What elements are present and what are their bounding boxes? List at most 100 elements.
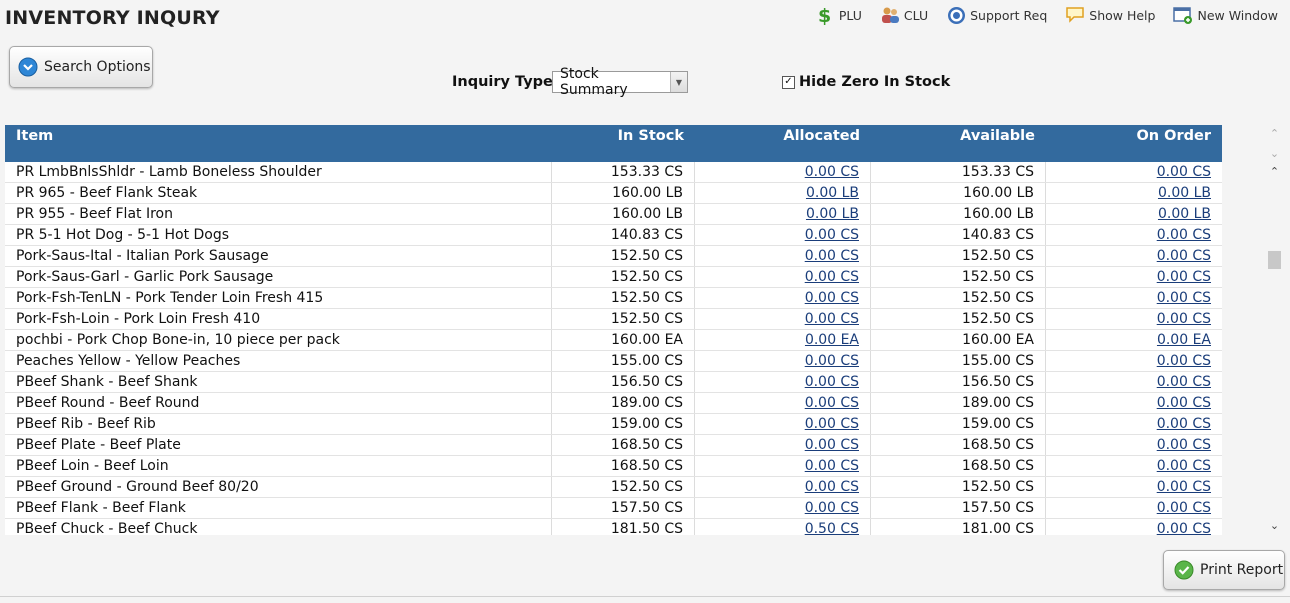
support-link[interactable]: Support Req	[946, 5, 1047, 25]
on-order-link[interactable]: 0.00 CS	[1157, 164, 1211, 180]
allocated-link[interactable]: 0.00 CS	[805, 458, 859, 474]
allocated-link[interactable]: 0.00 CS	[805, 500, 859, 516]
available-cell: 189.00 CS	[871, 393, 1046, 413]
allocated-cell: 0.00 CS	[695, 351, 871, 371]
allocated-link[interactable]: 0.00 CS	[805, 374, 859, 390]
on-order-link[interactable]: 0.00 CS	[1157, 437, 1211, 453]
clu-link[interactable]: CLU	[880, 5, 928, 25]
grid-scrollbar[interactable]: ⌃ ⌄ ⌃ ⌄	[1267, 125, 1282, 535]
check-circle-icon	[1174, 560, 1194, 580]
on-order-link[interactable]: 0.00 CS	[1157, 416, 1211, 432]
allocated-link[interactable]: 0.00 CS	[805, 227, 859, 243]
speech-bubble-icon	[1065, 5, 1085, 25]
on-order-link[interactable]: 0.00 CS	[1157, 290, 1211, 306]
on-order-link[interactable]: 0.00 CS	[1157, 311, 1211, 327]
item-cell: Pork-Fsh-TenLN - Pork Tender Loin Fresh …	[5, 288, 552, 308]
on-order-link[interactable]: 0.00 CS	[1157, 374, 1211, 390]
on-order-link[interactable]: 0.00 CS	[1157, 500, 1211, 516]
on-order-link[interactable]: 0.00 EA	[1157, 332, 1211, 348]
item-cell: Peaches Yellow - Yellow Peaches	[5, 351, 552, 371]
item-cell: PBeef Loin - Beef Loin	[5, 456, 552, 476]
allocated-cell: 0.50 CS	[695, 519, 871, 535]
allocated-link[interactable]: 0.00 EA	[805, 332, 859, 348]
on-order-link[interactable]: 0.00 CS	[1157, 458, 1211, 474]
allocated-link[interactable]: 0.00 CS	[805, 248, 859, 264]
top-links: $ PLU CLU Support Req Show Help New Wind…	[797, 5, 1278, 25]
on-order-link[interactable]: 0.00 CS	[1157, 479, 1211, 495]
allocated-link[interactable]: 0.00 CS	[805, 437, 859, 453]
table-row: Pork-Saus-Ital - Italian Pork Sausage 152…	[5, 246, 1222, 267]
search-options-button[interactable]: Search Options	[9, 46, 153, 88]
allocated-link[interactable]: 0.00 CS	[805, 479, 859, 495]
item-cell: PBeef Ground - Ground Beef 80/20	[5, 477, 552, 497]
inquiry-type-label: Inquiry Type	[452, 74, 553, 90]
on-order-link[interactable]: 0.00 CS	[1157, 248, 1211, 264]
on-order-cell: 0.00 LB	[1046, 183, 1222, 203]
table-row: Pork-Fsh-Loin - Pork Loin Fresh 410 152.5…	[5, 309, 1222, 330]
allocated-link[interactable]: 0.00 CS	[805, 269, 859, 285]
column-header-item[interactable]: Item	[5, 125, 552, 162]
in-stock-cell: 160.00 LB	[552, 204, 695, 224]
available-cell: 160.00 LB	[871, 183, 1046, 203]
show-help-link[interactable]: Show Help	[1065, 5, 1155, 25]
in-stock-cell: 160.00 EA	[552, 330, 695, 350]
plu-link[interactable]: $ PLU	[815, 5, 862, 25]
hide-zero-label: Hide Zero In Stock	[799, 74, 951, 90]
column-header-on-order[interactable]: On Order	[1046, 125, 1222, 162]
on-order-link[interactable]: 0.00 LB	[1158, 206, 1211, 222]
scroll-down-icon[interactable]: ⌄	[1267, 147, 1282, 161]
inquiry-type-select[interactable]: Stock Summary ▼	[552, 66, 688, 98]
scroll-up-arrow-icon[interactable]: ⌃	[1267, 165, 1282, 179]
scroll-up-icon[interactable]: ⌃	[1267, 127, 1282, 141]
show-help-label: Show Help	[1089, 7, 1156, 23]
allocated-link[interactable]: 0.00 CS	[805, 311, 859, 327]
hide-zero-checkbox[interactable]: ✓	[782, 75, 795, 89]
allocated-cell: 0.00 CS	[695, 372, 871, 392]
on-order-cell: 0.00 CS	[1046, 477, 1222, 497]
scroll-down-arrow-icon[interactable]: ⌄	[1267, 519, 1282, 533]
on-order-link[interactable]: 0.00 CS	[1157, 227, 1211, 243]
column-header-allocated[interactable]: Allocated	[695, 125, 871, 162]
on-order-link[interactable]: 0.00 CS	[1157, 521, 1211, 535]
print-report-label: Print Report	[1200, 562, 1284, 578]
item-cell: pochbi - Pork Chop Bone-in, 10 piece per…	[5, 330, 552, 350]
print-report-button[interactable]: Print Report	[1163, 550, 1285, 590]
allocated-cell: 0.00 CS	[695, 162, 871, 182]
allocated-link[interactable]: 0.00 LB	[806, 185, 859, 201]
in-stock-cell: 152.50 CS	[552, 288, 695, 308]
available-cell: 153.33 CS	[871, 162, 1046, 182]
page-title: INVENTORY INQURY	[5, 7, 220, 29]
allocated-link[interactable]: 0.00 CS	[805, 395, 859, 411]
column-header-available[interactable]: Available	[871, 125, 1046, 162]
available-cell: 160.00 EA	[871, 330, 1046, 350]
allocated-cell: 0.00 CS	[695, 498, 871, 518]
allocated-cell: 0.00 CS	[695, 267, 871, 287]
allocated-cell: 0.00 CS	[695, 435, 871, 455]
hide-zero-checkbox-group[interactable]: ✓ Hide Zero In Stock	[782, 74, 950, 90]
item-cell: PBeef Flank - Beef Flank	[5, 498, 552, 518]
on-order-cell: 0.00 CS	[1046, 498, 1222, 518]
on-order-link[interactable]: 0.00 LB	[1158, 185, 1211, 201]
scrollbar-thumb[interactable]	[1268, 251, 1281, 269]
column-header-in-stock[interactable]: In Stock	[552, 125, 695, 162]
new-window-link[interactable]: New Window	[1173, 5, 1278, 25]
allocated-link[interactable]: 0.00 CS	[805, 164, 859, 180]
allocated-link[interactable]: 0.00 CS	[805, 290, 859, 306]
support-label: Support Req	[970, 7, 1048, 23]
in-stock-cell: 168.50 CS	[552, 456, 695, 476]
allocated-link[interactable]: 0.00 LB	[806, 206, 859, 222]
allocated-cell: 0.00 CS	[695, 477, 871, 497]
on-order-link[interactable]: 0.00 CS	[1157, 269, 1211, 285]
table-row: PBeef Ground - Ground Beef 80/20 152.50 C…	[5, 477, 1222, 498]
available-cell: 140.83 CS	[871, 225, 1046, 245]
allocated-link[interactable]: 0.00 CS	[805, 353, 859, 369]
table-row: PR LmbBnlsShldr - Lamb Boneless Shoulder…	[5, 162, 1222, 183]
allocated-cell: 0.00 EA	[695, 330, 871, 350]
on-order-cell: 0.00 CS	[1046, 519, 1222, 535]
on-order-link[interactable]: 0.00 CS	[1157, 353, 1211, 369]
allocated-link[interactable]: 0.50 CS	[805, 521, 859, 535]
allocated-link[interactable]: 0.00 CS	[805, 416, 859, 432]
on-order-cell: 0.00 CS	[1046, 288, 1222, 308]
on-order-link[interactable]: 0.00 CS	[1157, 395, 1211, 411]
table-row: PBeef Rib - Beef Rib 159.00 CS 0.00 CS 159.…	[5, 414, 1222, 435]
